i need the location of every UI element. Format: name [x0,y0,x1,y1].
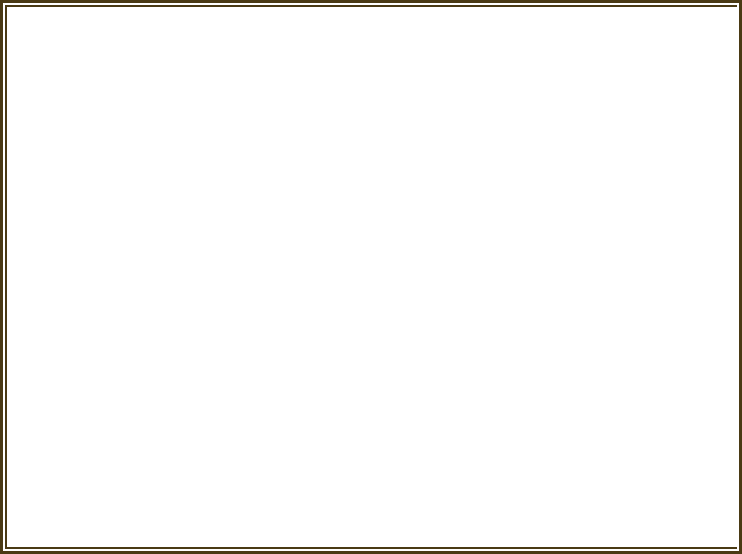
editor-button[interactable]: Editor... [311,488,352,506]
list-item[interactable]: Sapphire Filters 03 [20,104,208,124]
list-item[interactable]: Sabercat [20,44,208,64]
list-item[interactable]: Sybia [20,424,208,444]
list-item[interactable]: Offset By 3 [232,183,428,203]
list-item[interactable]: Sapphire Filters 09 [20,184,208,204]
preset-thumbnail-row: claudia Half Wrap [435,268,733,319]
list-item[interactable]: Scribe [20,344,208,364]
status-bar: Database: ICNET-Filters Filters: 4642 [9,512,469,546]
tab-strip: Navigator Presets About [9,18,735,41]
list-item[interactable]: Sapphire Filters 1c [20,304,208,324]
list-item[interactable]: Texturize [20,464,208,478]
fan-bottom-left [435,188,495,260]
slider-row[interactable] [435,346,731,349]
preview-pane-scrollbar[interactable] [731,268,735,482]
preset-slider-track[interactable] [533,294,731,307]
category-list[interactable]: Sabercat Sapphire Filters 01 Sapphire Fi… [20,44,228,478]
slider-row[interactable] [435,364,731,367]
list-item[interactable]: Quarter corner [232,223,428,243]
effect-list-items: 4 Way Average Blintz Centre Tile Diamond… [232,44,428,303]
list-item[interactable]: Teph's Tricks [20,444,208,464]
slider-row[interactable] [435,454,731,457]
toolbar-divider-bottom [11,508,734,509]
list-item[interactable]: ScreenWorks [20,324,208,344]
list-item[interactable]: Sapphire Filters 04 [20,124,208,144]
list-item[interactable]: Sapphire Filters 07 [20,144,208,164]
slider-row[interactable] [435,328,731,331]
filters-unlimited-window: Filters Unlimited 2.0 Navigator Presets … [0,0,742,554]
list-item[interactable]: Sapphire Filters 01 [20,64,208,84]
reset-button[interactable]: Reset [670,488,701,506]
list-item[interactable]: Sapphire Filters 10 [20,204,208,224]
database-value: ICNET-Filters [75,514,147,528]
thumb-row-highlight-bottom [533,308,733,316]
list-item[interactable]: Centre Tile [232,84,428,104]
effect-list[interactable]: 4 Way Average Blintz Centre Tile Diamond… [232,44,429,478]
import-button[interactable]: Import... [131,488,175,506]
preview-pane: claudia Half Wrap [429,40,735,482]
list-item[interactable]: Sapphire Filters 08 [20,164,208,184]
fan-top-left [435,55,495,127]
preview-image[interactable] [435,55,735,260]
scrollbar-thumb[interactable] [212,374,227,418]
list-item[interactable]: Diamonds [232,104,428,124]
list-item[interactable]: Sapphire Filters 13 [20,244,208,264]
list-item[interactable]: Pizza Slice Mirror [232,203,428,223]
tab-about[interactable]: About [149,18,203,39]
cancel-button[interactable]: Cancel [591,517,661,541]
list-item[interactable]: Sapphire Filters 1b [20,284,208,304]
list-item[interactable]: Top Left Mirror [232,263,428,283]
list-item[interactable]: Left Right Wrap [232,163,428,183]
filter-info-button[interactable]: Filter Info... [211,488,271,506]
list-item[interactable]: 4 Way Average [232,44,428,64]
toolbar-divider-top [11,483,734,484]
preset-name-label: Half Wrap [563,275,617,289]
tab-navigator[interactable]: Navigator [9,18,87,41]
list-item[interactable]: Zoom Out and Flip [232,283,428,303]
list-item[interactable]: Special Effects 1 [20,384,208,404]
list-item[interactable]: Sapphire Filters 11 [20,224,208,244]
scroll-down-icon[interactable]: ▼ [211,461,228,478]
slider-row[interactable] [435,400,731,403]
tab-presets[interactable]: Presets [87,18,149,39]
list-item[interactable]: Special Effects 2 [20,404,208,424]
fan-band-left [435,55,521,260]
slider-row[interactable] [435,418,731,421]
slider-row[interactable] [435,436,731,439]
category-list-scrollbar[interactable]: ▲ ▼ [210,44,228,478]
randomize-button[interactable]: Randomize [567,488,628,506]
filters-value: 4642 [75,528,102,542]
list-item-selected-simple[interactable]: Simple [20,364,128,384]
watermark-text: claudia [462,283,504,298]
toolbar-vertical-separator [428,484,429,509]
list-item[interactable]: Sapphire Filters 1a [20,264,208,284]
list-item[interactable]: Sapphire Filters 02 [20,84,208,104]
parameter-slider-rows [435,322,733,480]
category-list-items: Sabercat Sapphire Filters 01 Sapphire Fi… [20,44,208,478]
fan-band-right [651,55,735,260]
slider-row[interactable] [435,382,731,385]
fan-top-right [677,55,735,127]
list-item[interactable]: Horizontal Grain [232,143,428,163]
database-button[interactable]: Database [40,488,91,506]
database-label: Database: [13,514,68,528]
scroll-up-icon[interactable]: ▲ [211,44,228,61]
list-item-selected-half-wrap[interactable]: Half Wrap [239,124,305,143]
filters-label: Filters: [13,528,49,542]
preset-thumbnail[interactable]: claudia [435,268,531,316]
list-item[interactable]: Top Bottom Wrap [232,243,428,263]
fan-bottom-right [677,188,735,260]
help-button[interactable]: Help [665,517,731,541]
apply-button[interactable]: Apply [510,517,588,541]
main-panel: Sabercat Sapphire Filters 01 Sapphire Fi… [9,39,735,509]
list-item[interactable]: Blintz [232,64,428,84]
